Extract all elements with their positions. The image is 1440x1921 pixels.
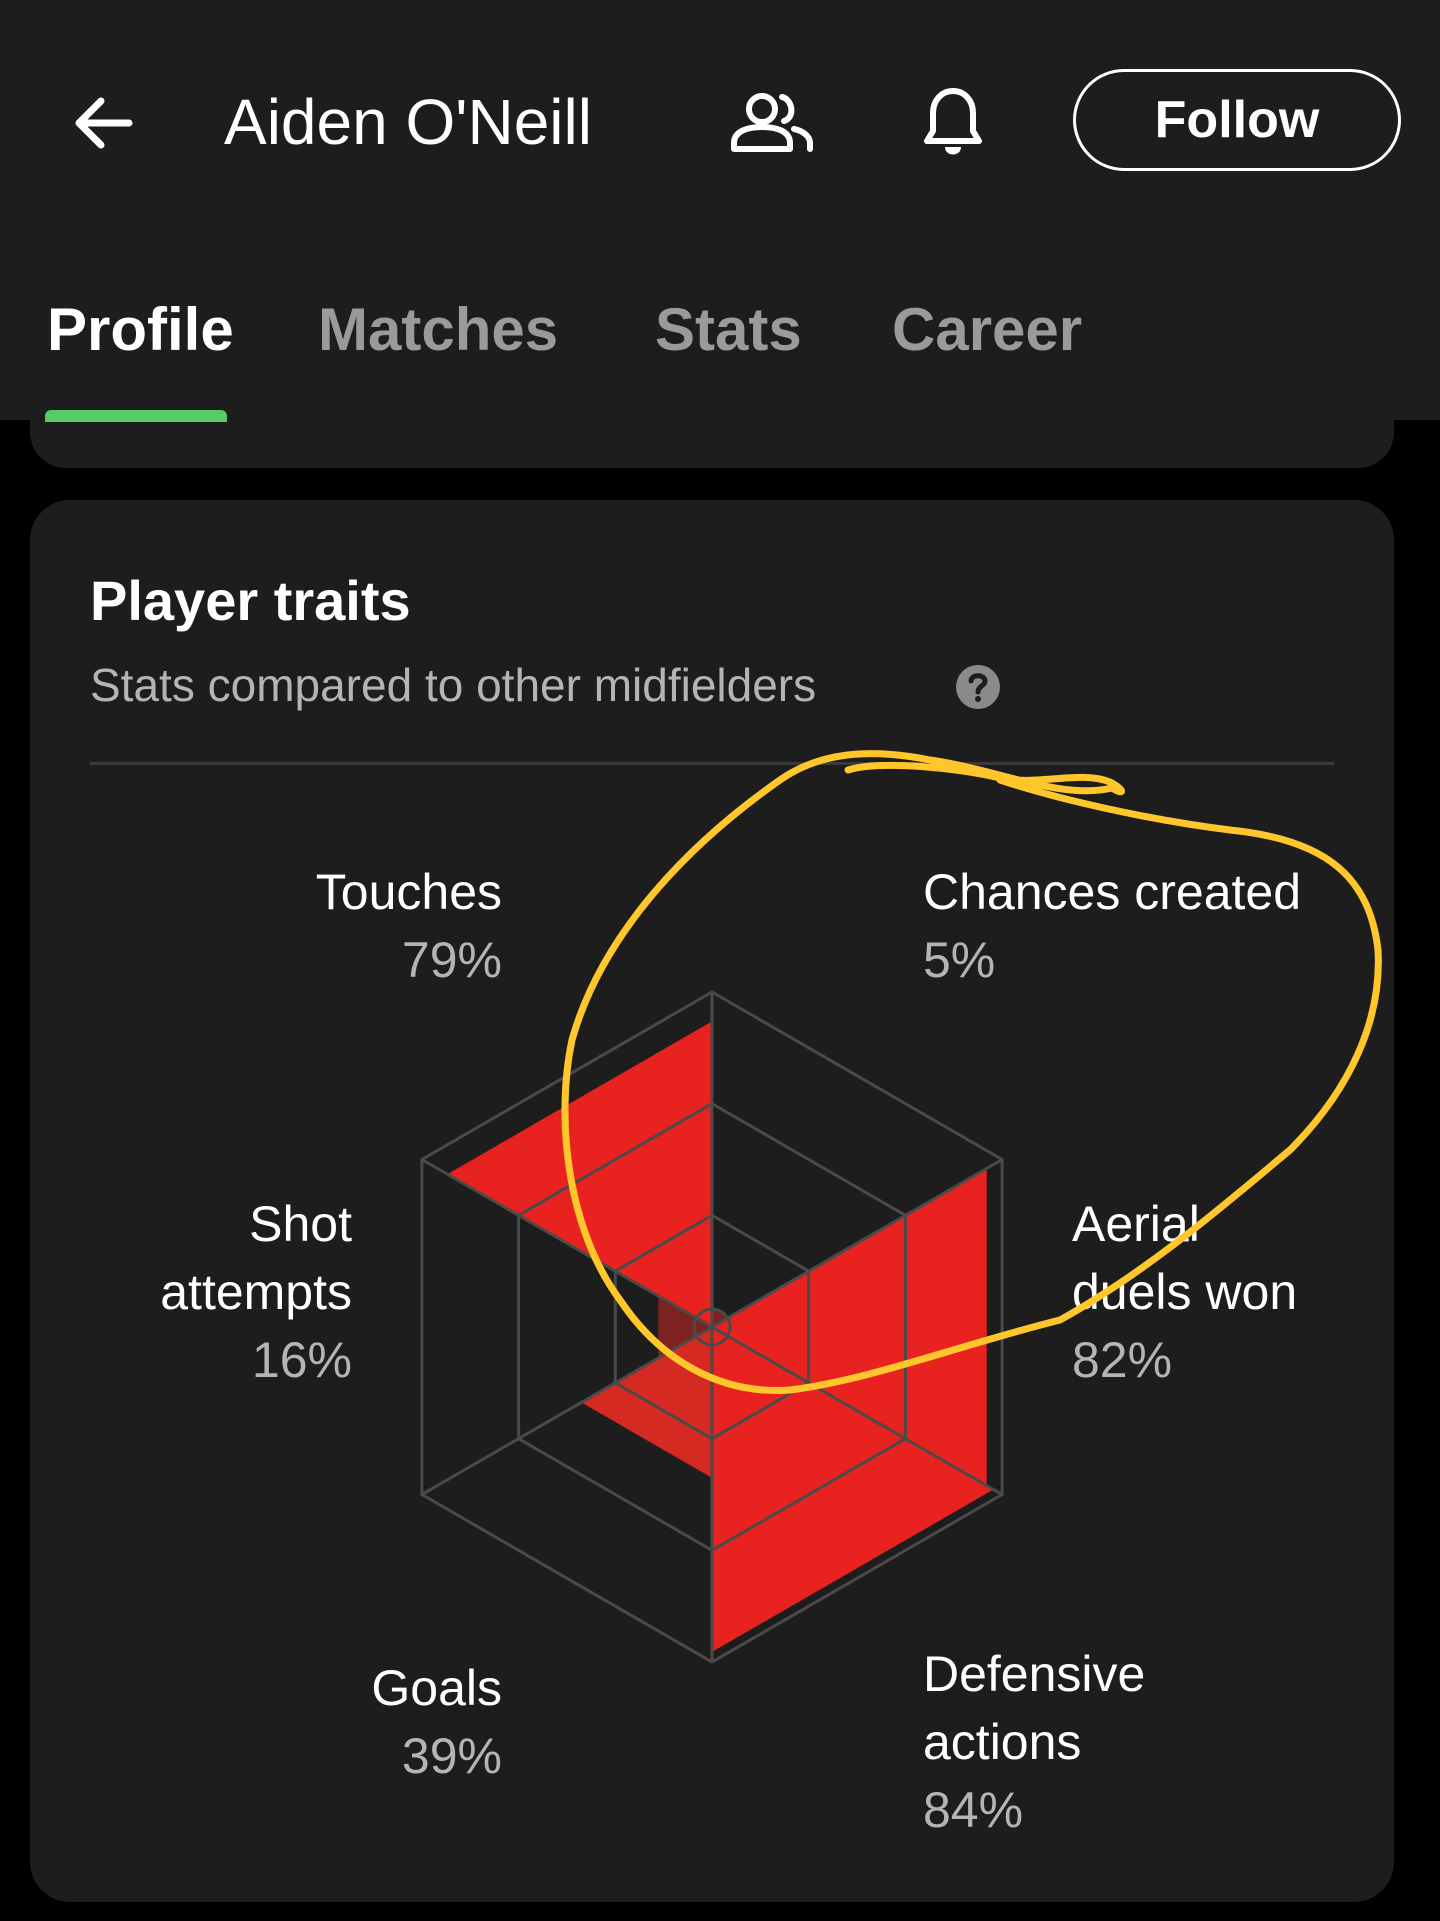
trait-name: Aerial: [1072, 1196, 1200, 1252]
trait-value: 84%: [923, 1782, 1024, 1838]
trait-value: 39%: [401, 1728, 502, 1784]
trait-value: 16%: [251, 1332, 352, 1388]
trait-name: Defensive: [923, 1646, 1146, 1702]
trait-label-aerial-duels-won: Aerial duels won 82%: [1072, 1190, 1297, 1394]
trait-name: Goals: [371, 1660, 502, 1716]
trait-value: 79%: [401, 932, 502, 988]
trait-name: attempts: [160, 1264, 352, 1320]
trait-name: Shot: [249, 1196, 352, 1252]
trait-name: Touches: [315, 864, 502, 920]
trait-value: 82%: [1072, 1332, 1173, 1388]
trait-label-goals: Goals 39%: [300, 1654, 502, 1790]
trait-name: Chances created: [923, 864, 1302, 920]
trait-name: duels won: [1072, 1264, 1298, 1320]
trait-label-shot-attempts: Shot attempts 16%: [100, 1190, 352, 1394]
trait-label-touches: Touches 79%: [250, 858, 502, 994]
trait-label-defensive-actions: Defensive actions 84%: [923, 1640, 1145, 1844]
trait-label-chances-created: Chances created 5%: [923, 858, 1301, 994]
trait-name: actions: [923, 1714, 1082, 1770]
trait-value: 5%: [923, 932, 996, 988]
